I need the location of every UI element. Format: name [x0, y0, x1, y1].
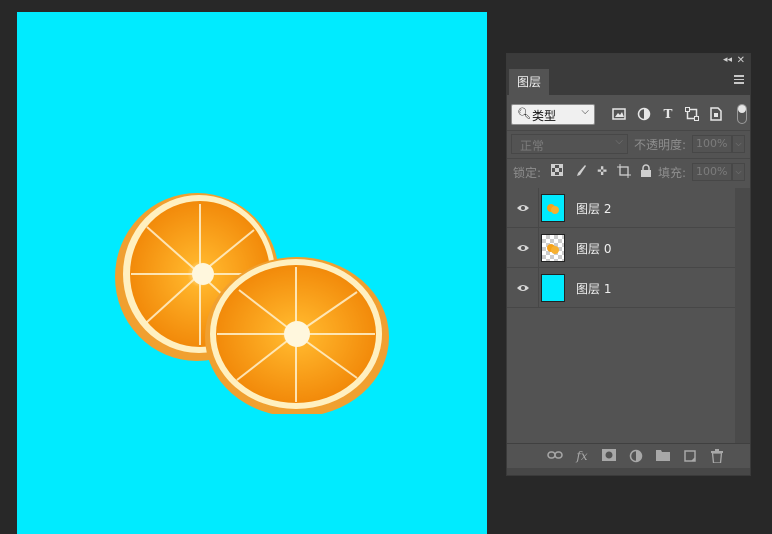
- layer-row[interactable]: 图层 0: [507, 228, 735, 268]
- new-layer-icon[interactable]: [682, 449, 698, 463]
- panel-title-bar[interactable]: ◂◂ ✕: [507, 54, 750, 67]
- layer-thumbnail[interactable]: [541, 234, 565, 262]
- fill-input[interactable]: 100%: [692, 163, 732, 181]
- filter-toggle[interactable]: [737, 104, 747, 124]
- layer-row[interactable]: 图层 2: [507, 188, 735, 228]
- opacity-label: 不透明度:: [634, 138, 687, 152]
- lock-transparent-pixels-icon[interactable]: [550, 164, 564, 178]
- blend-mode-label: 正常: [520, 139, 545, 153]
- blend-mode-select[interactable]: 正常 ⌵: [511, 134, 628, 154]
- layer-thumbnail[interactable]: [541, 274, 565, 302]
- fx-effects-icon[interactable]: fx: [574, 449, 590, 463]
- divider: [507, 158, 750, 159]
- document-canvas[interactable]: [17, 12, 487, 534]
- lock-artboard-icon[interactable]: [617, 164, 631, 178]
- delete-layer-trash-icon[interactable]: [709, 449, 725, 464]
- layer-name[interactable]: 图层 2: [576, 200, 611, 217]
- shape-filter-icon[interactable]: [685, 107, 699, 121]
- link-layers-icon[interactable]: [547, 449, 563, 463]
- search-icon: 🔍︎: [517, 107, 531, 120]
- panel-resize-handle[interactable]: [507, 468, 750, 475]
- visibility-eye-icon[interactable]: [516, 242, 530, 252]
- layer-row[interactable]: 图层 1: [507, 268, 735, 308]
- image-filter-icon[interactable]: [612, 107, 626, 121]
- chevron-down-icon: ⌵: [581, 106, 589, 117]
- type-filter-icon[interactable]: T: [661, 107, 675, 121]
- chevron-down-icon: ⌵: [615, 136, 623, 147]
- layers-panel: ◂◂ ✕ 图层 🔍︎ 类型 ⌵ T 正常 ⌵ 不透明度: 100% ⌵ 锁定: …: [506, 53, 751, 476]
- tab-layers[interactable]: 图层: [509, 69, 549, 95]
- filter-type-label: 类型: [532, 109, 557, 123]
- fill-label: 填充:: [658, 166, 687, 180]
- visibility-eye-icon[interactable]: [516, 282, 530, 292]
- lock-label: 锁定:: [513, 166, 542, 180]
- panel-menu-icon[interactable]: [734, 75, 744, 84]
- layers-scrollbar[interactable]: [735, 188, 750, 443]
- smart-object-filter-icon[interactable]: [709, 107, 723, 121]
- close-panel-icon[interactable]: ✕: [737, 54, 745, 67]
- visibility-eye-icon[interactable]: [516, 202, 530, 212]
- add-mask-icon[interactable]: [601, 449, 617, 463]
- layer-name[interactable]: 图层 1: [576, 280, 611, 297]
- adjustment-layer-icon[interactable]: [628, 449, 644, 463]
- layer-thumbnail[interactable]: [541, 194, 565, 222]
- adjustment-filter-icon[interactable]: [637, 107, 651, 121]
- lock-position-icon[interactable]: ✜: [595, 164, 609, 178]
- lock-image-pixels-icon[interactable]: [573, 164, 587, 178]
- new-group-folder-icon[interactable]: [655, 449, 671, 463]
- collapse-panel-icon[interactable]: ◂◂: [723, 54, 732, 67]
- orange-halves-image: [115, 193, 397, 444]
- opacity-dropdown-icon[interactable]: ⌵: [732, 135, 745, 153]
- layer-filter-select[interactable]: 🔍︎ 类型 ⌵: [511, 104, 595, 125]
- divider: [507, 130, 750, 131]
- opacity-input[interactable]: 100%: [692, 135, 732, 153]
- panel-tab-bar: 图层: [507, 67, 750, 95]
- layer-name[interactable]: 图层 0: [576, 240, 611, 257]
- lock-all-icon[interactable]: [639, 164, 653, 178]
- layers-list: 图层 2 图层 0 图层 1: [507, 188, 735, 443]
- fill-dropdown-icon[interactable]: ⌵: [732, 163, 745, 181]
